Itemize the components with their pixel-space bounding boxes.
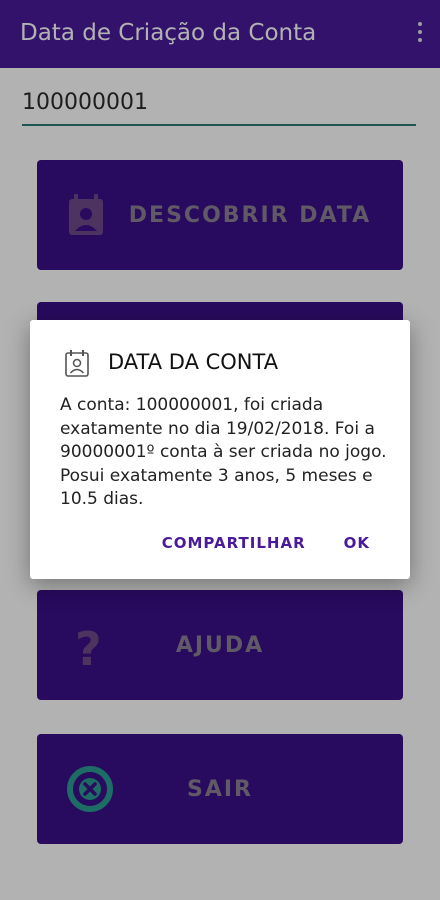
calendar-person-icon xyxy=(65,350,89,377)
share-button[interactable]: COMPARTILHAR xyxy=(162,534,306,552)
ok-button[interactable]: OK xyxy=(344,534,370,552)
dialog-title: DATA DA CONTA xyxy=(108,350,279,374)
dialog-actions: COMPARTILHAR OK xyxy=(162,534,370,552)
account-date-dialog: DATA DA CONTA A conta: 100000001, foi cr… xyxy=(30,320,410,579)
dialog-message: A conta: 100000001, foi criada exatament… xyxy=(60,395,387,509)
